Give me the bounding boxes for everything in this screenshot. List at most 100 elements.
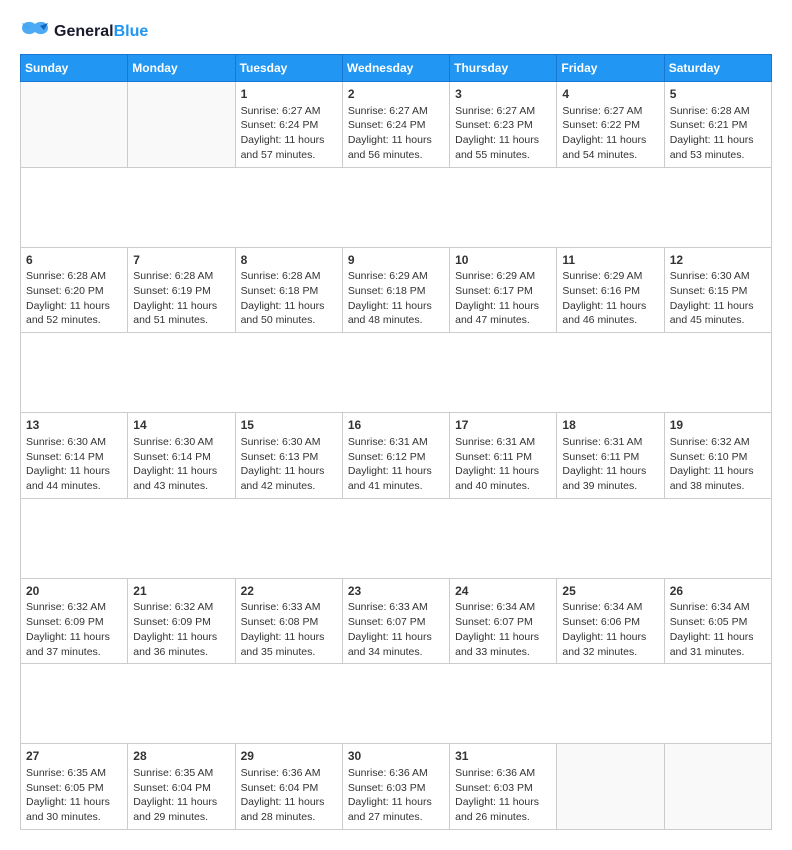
calendar-week-5: 27Sunrise: 6:35 AMSunset: 6:05 PMDayligh… [21,744,772,830]
calendar-week-4: 20Sunrise: 6:32 AMSunset: 6:09 PMDayligh… [21,578,772,664]
calendar-cell [664,744,771,830]
day-info-line: Daylight: 11 hours and 27 minutes. [348,796,432,823]
day-info-line: Sunset: 6:05 PM [670,616,748,628]
day-info-line: Sunset: 6:18 PM [241,285,319,297]
calendar-cell: 12Sunrise: 6:30 AMSunset: 6:15 PMDayligh… [664,247,771,333]
day-info-line: Sunset: 6:14 PM [133,451,211,463]
logo: GeneralBlue [20,20,148,44]
day-number: 17 [455,417,551,434]
day-number: 30 [348,748,444,765]
day-info-line: Daylight: 11 hours and 47 minutes. [455,300,539,327]
day-info-line: Sunrise: 6:29 AM [562,270,642,282]
day-number: 31 [455,748,551,765]
day-info-line: Daylight: 11 hours and 43 minutes. [133,465,217,492]
day-number: 24 [455,583,551,600]
day-number: 29 [241,748,337,765]
day-number: 12 [670,252,766,269]
day-info-line: Sunset: 6:07 PM [348,616,426,628]
day-info-line: Sunset: 6:12 PM [348,451,426,463]
week-separator [21,664,772,744]
day-number: 21 [133,583,229,600]
day-number: 22 [241,583,337,600]
day-number: 9 [348,252,444,269]
day-number: 2 [348,86,444,103]
day-number: 6 [26,252,122,269]
calendar-cell [21,82,128,168]
day-info-line: Sunrise: 6:27 AM [562,105,642,117]
day-number: 4 [562,86,658,103]
day-info-line: Daylight: 11 hours and 38 minutes. [670,465,754,492]
day-number: 19 [670,417,766,434]
day-header-tuesday: Tuesday [235,55,342,82]
logo-icon [20,20,50,44]
day-info-line: Sunset: 6:17 PM [455,285,533,297]
day-info-line: Daylight: 11 hours and 42 minutes. [241,465,325,492]
calendar-cell: 27Sunrise: 6:35 AMSunset: 6:05 PMDayligh… [21,744,128,830]
calendar-cell: 10Sunrise: 6:29 AMSunset: 6:17 PMDayligh… [450,247,557,333]
day-info-line: Sunset: 6:11 PM [455,451,532,463]
day-info-line: Daylight: 11 hours and 30 minutes. [26,796,110,823]
day-info-line: Daylight: 11 hours and 31 minutes. [670,631,754,658]
day-info-line: Daylight: 11 hours and 29 minutes. [133,796,217,823]
calendar-cell: 25Sunrise: 6:34 AMSunset: 6:06 PMDayligh… [557,578,664,664]
day-info-line: Sunrise: 6:31 AM [455,436,535,448]
day-header-thursday: Thursday [450,55,557,82]
logo-text: GeneralBlue [54,23,148,41]
calendar-cell: 7Sunrise: 6:28 AMSunset: 6:19 PMDaylight… [128,247,235,333]
calendar-cell: 14Sunrise: 6:30 AMSunset: 6:14 PMDayligh… [128,413,235,499]
calendar-cell: 5Sunrise: 6:28 AMSunset: 6:21 PMDaylight… [664,82,771,168]
day-info-line: Sunset: 6:18 PM [348,285,426,297]
day-info-line: Sunset: 6:23 PM [455,119,533,131]
day-info-line: Sunset: 6:09 PM [26,616,104,628]
day-info-line: Sunset: 6:03 PM [348,782,426,794]
day-number: 7 [133,252,229,269]
day-number: 1 [241,86,337,103]
day-info-line: Sunrise: 6:29 AM [348,270,428,282]
calendar-table: SundayMondayTuesdayWednesdayThursdayFrid… [20,54,772,830]
calendar-cell: 17 Sunrise: 6:31 AM Sunset: 6:11 PM Dayligh… [450,413,557,499]
day-info-line: Sunset: 6:16 PM [562,285,640,297]
day-info-line: Sunset: 6:13 PM [241,451,319,463]
day-info-line: Sunrise: 6:28 AM [241,270,321,282]
calendar-cell: 6Sunrise: 6:28 AMSunset: 6:20 PMDaylight… [21,247,128,333]
day-info-line: Sunset: 6:14 PM [26,451,104,463]
day-info-line: Sunset: 6:09 PM [133,616,211,628]
calendar-cell: 18Sunrise: 6:31 AMSunset: 6:11 PMDayligh… [557,413,664,499]
day-info-line: Daylight: 11 hours and 56 minutes. [348,134,432,161]
day-info-line: Daylight: 11 hours and 32 minutes. [562,631,646,658]
calendar-cell: 20Sunrise: 6:32 AMSunset: 6:09 PMDayligh… [21,578,128,664]
day-number: 25 [562,583,658,600]
day-info-line: Sunset: 6:04 PM [241,782,319,794]
day-info-line: Sunrise: 6:32 AM [670,436,750,448]
day-number: 11 [562,252,658,269]
day-info-line: Sunrise: 6:30 AM [26,436,106,448]
day-info-line: Sunrise: 6:35 AM [26,767,106,779]
day-info-line: Sunset: 6:04 PM [133,782,211,794]
day-info-line: Sunrise: 6:27 AM [348,105,428,117]
calendar-cell [128,82,235,168]
calendar-cell: 15Sunrise: 6:30 AMSunset: 6:13 PMDayligh… [235,413,342,499]
day-number: 10 [455,252,551,269]
day-info-line: Daylight: 11 hours and 39 minutes. [562,465,646,492]
day-info-line: Daylight: 11 hours and 36 minutes. [133,631,217,658]
calendar-cell: 23Sunrise: 6:33 AMSunset: 6:07 PMDayligh… [342,578,449,664]
day-info-line: Sunset: 6:10 PM [670,451,748,463]
day-number: 27 [26,748,122,765]
day-info-line: Daylight: 11 hours and 40 minutes. [455,465,539,492]
calendar-week-2: 6Sunrise: 6:28 AMSunset: 6:20 PMDaylight… [21,247,772,333]
week-separator [21,167,772,247]
day-info-line: Sunset: 6:11 PM [562,451,639,463]
day-info-line: Daylight: 11 hours and 26 minutes. [455,796,539,823]
calendar-cell: 22Sunrise: 6:33 AMSunset: 6:08 PMDayligh… [235,578,342,664]
calendar-week-3: 13Sunrise: 6:30 AMSunset: 6:14 PMDayligh… [21,413,772,499]
day-number: 3 [455,86,551,103]
day-info-line: Daylight: 11 hours and 55 minutes. [455,134,539,161]
day-info-line: Sunset: 6:06 PM [562,616,640,628]
day-info-line: Daylight: 11 hours and 34 minutes. [348,631,432,658]
day-info-line: Sunset: 6:21 PM [670,119,748,131]
day-number: 5 [670,86,766,103]
day-info-line: Sunset: 6:22 PM [562,119,640,131]
day-info-line: Daylight: 11 hours and 46 minutes. [562,300,646,327]
day-number: 20 [26,583,122,600]
day-header-sunday: Sunday [21,55,128,82]
